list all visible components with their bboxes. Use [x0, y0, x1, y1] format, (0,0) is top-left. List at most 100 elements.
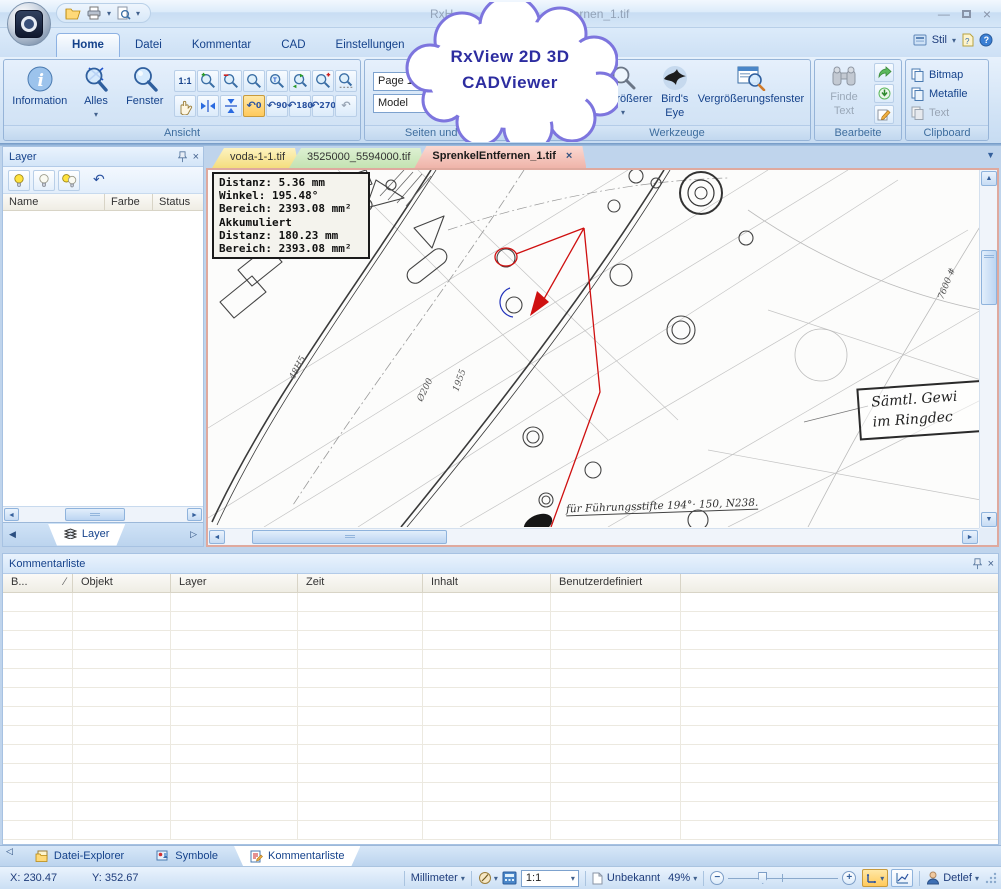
rotate-90-button[interactable]: ↶90: [266, 95, 288, 117]
resize-grip[interactable]: [985, 872, 997, 884]
comment-empty-row[interactable]: [3, 707, 998, 726]
layer-col-name[interactable]: Name: [3, 194, 105, 210]
comment-empty-row[interactable]: [3, 612, 998, 631]
comment-col-b[interactable]: B...∕: [3, 574, 73, 592]
zoom-1to1-button[interactable]: 1:1: [174, 70, 196, 92]
tab-symbole[interactable]: Symbole: [140, 846, 234, 866]
scroll-up-arrow[interactable]: ▲: [981, 171, 997, 186]
fit-width-button[interactable]: [197, 95, 219, 117]
comment-empty-row[interactable]: [3, 593, 998, 612]
layer-hscrollbar[interactable]: ◄ ►: [3, 506, 203, 522]
zoom-page-button[interactable]: T: [266, 70, 288, 92]
unit-selector[interactable]: Millimeter ▾: [411, 872, 465, 884]
vergroesserungsfenster-button[interactable]: Vergrößerungsfenster: [695, 62, 807, 125]
help-icon[interactable]: ?: [979, 33, 993, 47]
comment-col-objekt[interactable]: Objekt: [73, 574, 171, 592]
copy-text-button[interactable]: Text: [909, 103, 985, 122]
scroll-down-arrow[interactable]: ▼: [981, 512, 997, 527]
maximize-button[interactable]: [962, 10, 971, 18]
rotate-custom-button[interactable]: ↶: [335, 95, 357, 117]
layer-col-farbe[interactable]: Farbe: [105, 194, 153, 210]
measure-settings-icon[interactable]: [478, 871, 494, 885]
vergroesserer-dropdown-arrow[interactable]: ▾: [621, 107, 625, 119]
tab-datei-explorer[interactable]: Datei-Explorer: [19, 846, 140, 866]
style-dropdown-arrow[interactable]: ▾: [952, 36, 956, 45]
alles-dropdown-arrow[interactable]: ▾: [94, 109, 98, 121]
finde-text-button[interactable]: Finde Text: [818, 62, 870, 125]
scale-combo-arrow[interactable]: ▾: [571, 874, 578, 883]
layer-toggle-button[interactable]: [58, 170, 80, 191]
comment-empty-row[interactable]: [3, 802, 998, 821]
tabs-scroll-left-icon[interactable]: ◀: [3, 529, 22, 540]
qat-customize-arrow[interactable]: ▾: [136, 9, 140, 18]
pan-button[interactable]: [174, 95, 196, 117]
export-markup-button[interactable]: [874, 63, 894, 82]
doc-tab-voda[interactable]: voda-1-1.tif: [212, 148, 299, 168]
calculator-icon[interactable]: [502, 871, 517, 885]
help-doc-icon[interactable]: ?: [961, 33, 974, 47]
rotate-180-button[interactable]: ↶180: [289, 95, 311, 117]
user-dropdown-arrow[interactable]: ▾: [975, 874, 979, 883]
birds-eye-button[interactable]: Bird's Eye: [655, 62, 695, 125]
print-icon[interactable]: [86, 6, 102, 20]
fit-height-button[interactable]: [220, 95, 242, 117]
copy-metafile-button[interactable]: Metafile: [909, 84, 985, 103]
comment-empty-row[interactable]: [3, 821, 998, 840]
import-markup-button[interactable]: [874, 84, 894, 103]
doc-tab-close-icon[interactable]: ×: [566, 150, 572, 162]
panel-tabs-scroll-left-icon[interactable]: ◁: [0, 846, 19, 866]
comment-empty-row[interactable]: [3, 745, 998, 764]
minimize-button[interactable]: —: [938, 7, 950, 21]
zoom-dynamic-button[interactable]: [243, 70, 265, 92]
layer-col-status[interactable]: Status: [153, 194, 203, 210]
comment-empty-row[interactable]: [3, 669, 998, 688]
comment-empty-row[interactable]: [3, 688, 998, 707]
doc-tab-3525000[interactable]: 3525000_5594000.tif: [289, 148, 424, 168]
zoom-scale-button[interactable]: [335, 70, 357, 92]
comment-panel-close-icon[interactable]: ×: [988, 558, 994, 570]
document-hscrollbar[interactable]: ◄ ►: [208, 528, 979, 545]
zoom-fenster-button[interactable]: Fenster: [119, 62, 170, 125]
zoom-slider-track[interactable]: [728, 871, 838, 885]
zoom-in-button[interactable]: +: [842, 871, 856, 885]
zoom-extent-button[interactable]: [312, 70, 334, 92]
comment-col-layer[interactable]: Layer: [171, 574, 298, 592]
zoom-level[interactable]: 49% ▾: [668, 872, 697, 884]
zoom-out-button[interactable]: [220, 70, 242, 92]
doc-tab-list-arrow[interactable]: ▼: [986, 150, 995, 160]
rotate-0-button[interactable]: ↶0: [243, 95, 265, 117]
copy-bitmap-button[interactable]: Bitmap: [909, 65, 985, 84]
rotate-270-button[interactable]: ↶270: [312, 95, 334, 117]
scroll-left-arrow[interactable]: ◄: [209, 530, 225, 544]
pin-icon[interactable]: [178, 151, 187, 163]
comment-col-zeit[interactable]: Zeit: [298, 574, 423, 592]
comment-empty-row[interactable]: [3, 650, 998, 669]
comment-empty-row[interactable]: [3, 783, 998, 802]
comment-empty-row[interactable]: [3, 631, 998, 650]
doc-tab-sprenkel[interactable]: SprenkelEntfernen_1.tif×: [414, 146, 586, 168]
print-preview-icon[interactable]: [116, 6, 131, 20]
scale-combo[interactable]: 1:1 ▾: [521, 870, 579, 887]
zoom-alles-button[interactable]: Alles ▾: [73, 62, 120, 125]
zoom-previous-button[interactable]: [289, 70, 311, 92]
zoom-slider-thumb[interactable]: [758, 872, 767, 884]
tabs-scroll-right-icon[interactable]: ▷: [184, 529, 203, 540]
tab-kommentar[interactable]: Kommentar: [177, 34, 266, 57]
layer-undo-button[interactable]: ↶: [93, 172, 105, 188]
graph-mode-button[interactable]: [891, 869, 913, 887]
cad-canvas[interactable]: 48H5 Ø200 1955 7600 # Distanz: 5.36 mm W…: [208, 170, 997, 545]
scroll-thumb[interactable]: [65, 508, 125, 521]
scroll-thumb[interactable]: [252, 530, 447, 544]
comment-col-inhalt[interactable]: Inhalt: [423, 574, 551, 592]
measure-settings-arrow[interactable]: ▾: [494, 874, 498, 883]
zoom-in-button[interactable]: [197, 70, 219, 92]
pin-icon[interactable]: [973, 558, 982, 570]
layer-list[interactable]: [3, 211, 203, 506]
comment-empty-row[interactable]: [3, 764, 998, 783]
layer-all-off-button[interactable]: [33, 170, 55, 191]
coordinate-mode-arrow[interactable]: ▾: [880, 874, 884, 883]
tab-datei[interactable]: Datei: [120, 34, 177, 57]
layer-all-on-button[interactable]: [8, 170, 30, 191]
scroll-right-arrow[interactable]: ►: [187, 508, 202, 521]
comment-col-benutzerdefiniert[interactable]: Benutzerdefiniert: [551, 574, 681, 592]
